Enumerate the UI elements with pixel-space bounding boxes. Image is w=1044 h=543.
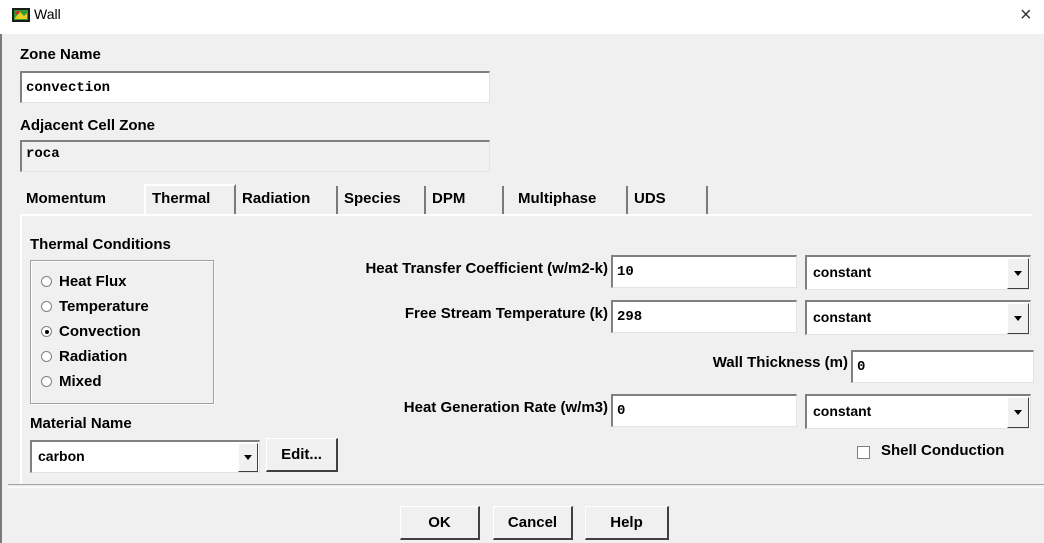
radio-button[interactable] — [41, 376, 52, 387]
radio-temperature[interactable]: Temperature — [41, 294, 149, 319]
tab-species[interactable]: Species — [338, 186, 426, 214]
tab-radiation[interactable]: Radiation — [236, 186, 338, 214]
divider — [8, 484, 1044, 488]
select-value: constant — [813, 264, 872, 280]
radio-label: Convection — [59, 323, 141, 340]
radio-button[interactable] — [41, 301, 52, 312]
heat-transfer-coefficient-input[interactable] — [611, 255, 797, 288]
tab-label: UDS — [634, 190, 666, 207]
thermal-conditions-group: Heat Flux Temperature Convection Radiati… — [30, 260, 214, 404]
tab-dpm[interactable]: DPM — [426, 186, 504, 214]
radio-button[interactable] — [41, 276, 52, 287]
free-stream-temperature-label: Free Stream Temperature (k) — [404, 305, 608, 322]
adjacent-cell-zone-label: Adjacent Cell Zone — [20, 117, 156, 134]
heat-generation-rate-method-select[interactable]: constant — [805, 394, 1031, 429]
radio-heat-flux[interactable]: Heat Flux — [41, 269, 127, 294]
ok-button[interactable]: OK — [400, 506, 480, 540]
window-title: Wall — [34, 6, 61, 22]
heat-generation-rate-input[interactable] — [611, 394, 797, 427]
help-button[interactable]: Help — [585, 506, 669, 540]
radio-label: Mixed — [59, 373, 102, 390]
select-value: carbon — [38, 448, 85, 464]
tab-label: Species — [344, 190, 401, 207]
edit-material-button[interactable]: Edit... — [266, 438, 338, 472]
tab-uds[interactable]: UDS — [628, 186, 708, 214]
radio-button[interactable] — [41, 351, 52, 362]
chevron-down-icon[interactable] — [238, 443, 258, 472]
zone-name-input[interactable] — [20, 71, 490, 103]
thermal-conditions-label: Thermal Conditions — [30, 236, 171, 253]
heat-transfer-coefficient-method-select[interactable]: constant — [805, 255, 1031, 290]
tab-label: Multiphase — [518, 190, 597, 207]
chevron-down-icon[interactable] — [1007, 397, 1029, 428]
radio-label: Temperature — [59, 298, 149, 315]
tab-label: Radiation — [242, 190, 311, 207]
app-icon — [12, 8, 30, 22]
chevron-down-icon[interactable] — [1007, 303, 1029, 334]
free-stream-temperature-input[interactable] — [611, 300, 797, 333]
select-value: constant — [813, 309, 872, 325]
tab-momentum[interactable]: Momentum — [20, 186, 146, 214]
tab-thermal[interactable]: Thermal — [144, 184, 236, 214]
radio-radiation[interactable]: Radiation — [41, 344, 127, 369]
heat-transfer-coefficient-label: Heat Transfer Coefficient (w/m2-k) — [365, 260, 608, 277]
tab-label: Thermal — [152, 190, 211, 207]
heat-generation-rate-label: Heat Generation Rate (w/m3) — [403, 399, 608, 416]
material-name-label: Material Name — [30, 415, 132, 432]
select-value: constant — [813, 403, 872, 419]
zone-name-label: Zone Name — [20, 46, 101, 63]
radio-mixed[interactable]: Mixed — [41, 369, 102, 394]
radio-convection[interactable]: Convection — [41, 319, 141, 344]
tab-label: Momentum — [26, 190, 106, 207]
radio-label: Heat Flux — [59, 273, 127, 290]
free-stream-temperature-method-select[interactable]: constant — [805, 300, 1031, 335]
title-bar — [0, 0, 1044, 34]
cancel-button[interactable]: Cancel — [493, 506, 573, 540]
tab-multiphase[interactable]: Multiphase — [504, 186, 628, 214]
chevron-down-icon[interactable] — [1007, 258, 1029, 289]
wall-thickness-input[interactable] — [851, 350, 1034, 383]
radio-button-selected[interactable] — [41, 326, 52, 337]
adjacent-cell-zone-field: roca — [20, 140, 490, 172]
window-border — [0, 34, 2, 543]
close-icon[interactable]: × — [1020, 4, 1032, 27]
wall-thickness-label: Wall Thickness (m) — [712, 354, 848, 371]
radio-label: Radiation — [59, 348, 128, 365]
shell-conduction-checkbox[interactable] — [857, 446, 870, 459]
material-name-select[interactable]: carbon — [30, 440, 260, 473]
shell-conduction-label: Shell Conduction — [881, 442, 1005, 459]
tab-label: DPM — [432, 190, 466, 207]
